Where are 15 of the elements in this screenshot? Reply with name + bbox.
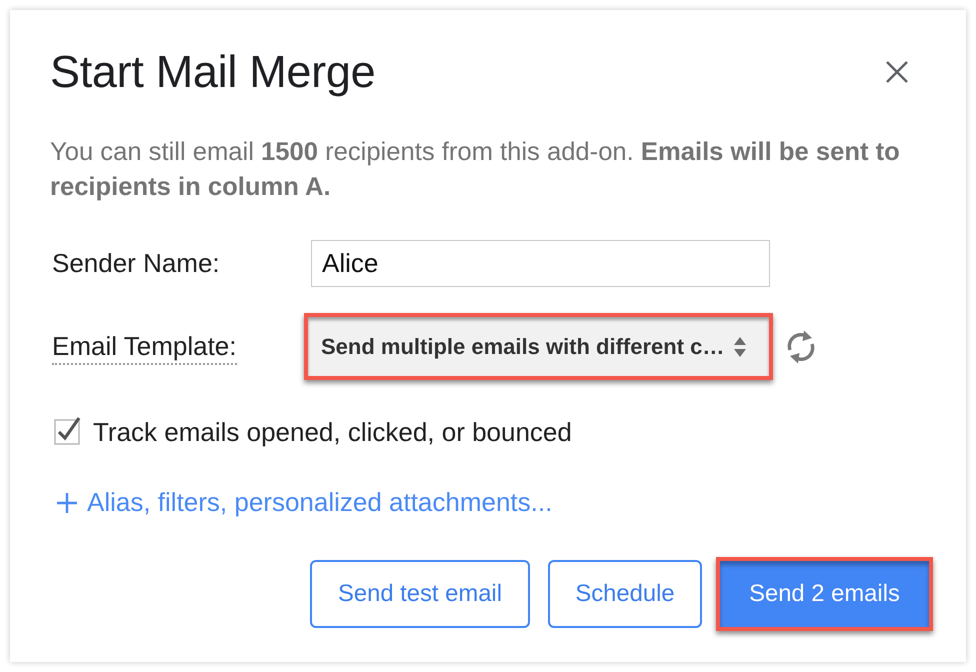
sender-name-field[interactable]: Alice (311, 240, 770, 287)
sender-name-label: Sender Name: (51, 248, 221, 279)
caret-icon (733, 336, 747, 358)
send-button[interactable]: Send 2 emails (716, 557, 933, 631)
more-options-link[interactable]: Alias, filters, personalized attachments... (50, 487, 552, 518)
dialog-title: Start Mail Merge (50, 45, 376, 99)
checkbox[interactable] (54, 416, 81, 444)
track-emails-label: Track emails opened, clicked, or bounced (93, 416, 572, 448)
notice-text: You can still email 1500 recipients from this add-on. Emails will be sent to recipients in column A. (50, 137, 901, 203)
close-icon[interactable] (886, 61, 908, 83)
test-email-button[interactable]: Send test email (310, 560, 530, 628)
template-select[interactable]: Send multiple emails with different c… (304, 313, 773, 380)
plus-icon (57, 492, 77, 512)
email-template-label: Email Template: (52, 331, 236, 365)
schedule-button[interactable]: Schedule (548, 560, 702, 628)
